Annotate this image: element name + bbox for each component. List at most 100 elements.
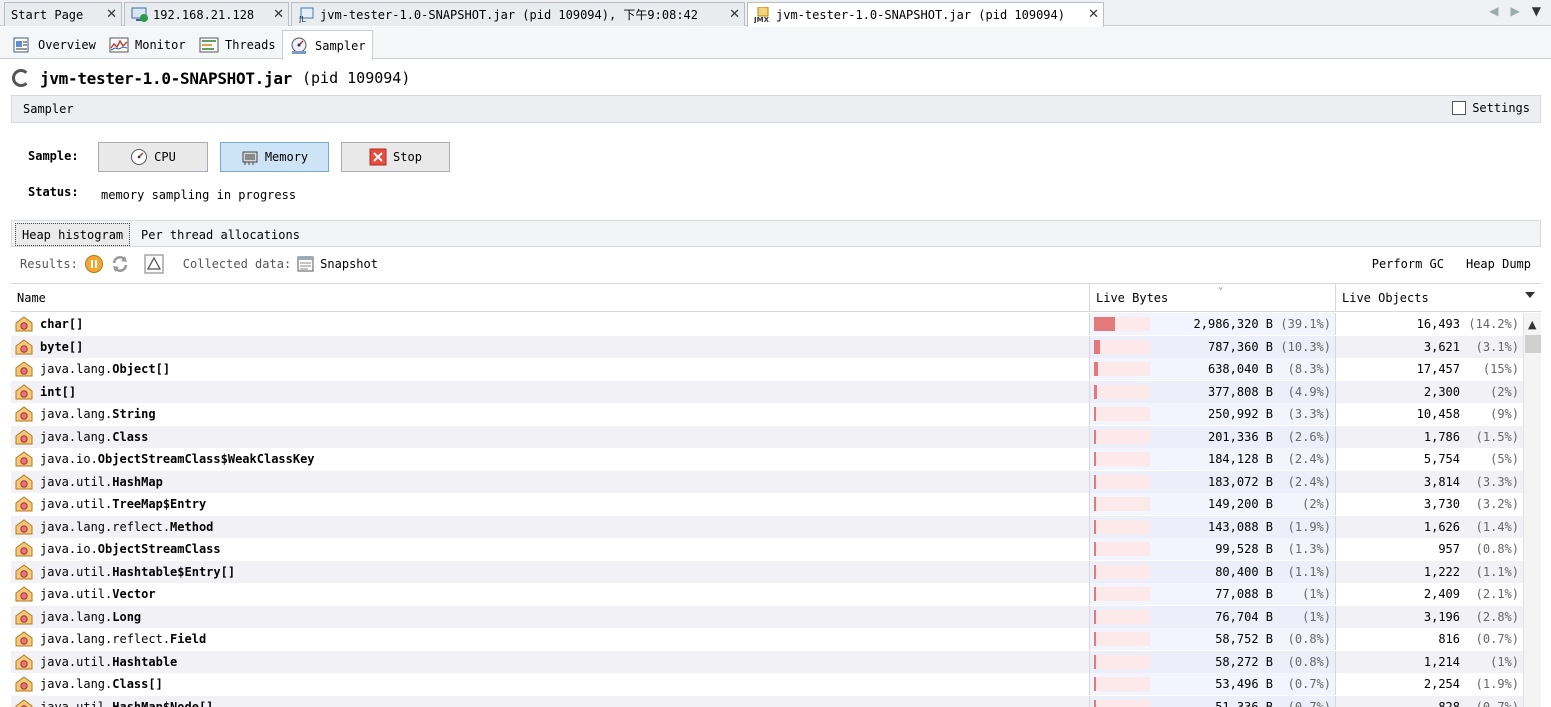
live-bytes-bar-fill [1094, 519, 1096, 534]
live-bytes-bar-fill [1094, 407, 1096, 422]
table-row[interactable]: byte[] 787,360 B (10.3%) 3,621 (3.1%) [11, 335, 1523, 358]
close-icon[interactable]: ✕ [273, 7, 284, 22]
tab-overview[interactable]: Overview [6, 30, 102, 59]
tab-sampler[interactable]: Sampler [282, 30, 373, 60]
scroll-up-icon[interactable]: ▲ [1528, 318, 1536, 331]
memory-button[interactable]: Memory [220, 142, 329, 172]
live-bytes-cell: 58,272 B (0.8%) [1089, 650, 1335, 673]
host-icon [131, 7, 149, 23]
doc-tab-jmx[interactable]: JMX jvm-tester-1.0-SNAPSHOT.jar (pid 109… [747, 2, 1104, 27]
stop-button-label: Stop [393, 150, 422, 164]
live-objects-percent: (1.4%) [1475, 519, 1519, 534]
chevron-right-icon[interactable]: ▶ [1511, 4, 1520, 18]
live-objects-value: 16,493 [1416, 317, 1460, 332]
table-row[interactable]: java.util. Vector 77,088 B (1%) 2,409 (2.1%) [11, 583, 1523, 606]
column-header-live-objects[interactable]: Live Objects [1335, 284, 1541, 312]
column-header-name[interactable]: Name [11, 284, 1089, 312]
table-row[interactable]: char[] 2,986,320 B (39.1%) 16,493 (14.2%) [11, 313, 1523, 336]
package-name: java.util. [40, 474, 113, 489]
table-row[interactable]: java.lang. Class[] 53,496 B (0.7%) 2,254 (1.9… [11, 673, 1523, 696]
class-icon [15, 406, 33, 422]
live-bytes-bar-fill [1094, 564, 1096, 579]
table-header: Name Live Bytes ⌄ Live Objects [11, 282, 1541, 312]
cpu-button-label: CPU [154, 150, 176, 164]
table-row[interactable]: java.util. HashMap 183,072 B (2.4%) 3,814 (3.… [11, 470, 1523, 493]
table-row[interactable]: java.lang. Object[] 638,040 B (8.3%) 17,457 (… [11, 358, 1523, 381]
delta-icon[interactable] [144, 254, 164, 274]
column-header-label: Name [17, 291, 46, 305]
doc-tab-snapshot[interactable]: JL jvm-tester-1.0-SNAPSHOT.jar (pid 1090… [291, 2, 745, 26]
table-row[interactable]: java.util. Hashtable 58,272 B (0.8%) 1,214 (1… [11, 650, 1523, 673]
table-row[interactable]: java.lang.reflect. Field 58,752 B (0.8%) 816… [11, 628, 1523, 651]
live-bytes-cell: 377,808 B (4.9%) [1089, 380, 1335, 403]
heap-dump-button[interactable]: Heap Dump [1466, 257, 1531, 271]
class-name-cell: java.lang.reflect. Method [15, 516, 213, 538]
package-name: java.lang. [40, 362, 113, 377]
package-name: java.lang. [40, 677, 113, 692]
doc-tab-label: 192.168.21.128 [153, 7, 255, 22]
perform-gc-button[interactable]: Perform GC [1372, 257, 1444, 271]
chevron-down-icon[interactable]: ▼ [1532, 4, 1541, 18]
vertical-scrollbar[interactable]: ▲ [1523, 313, 1541, 707]
pause-icon[interactable] [84, 254, 104, 274]
scrollbar-thumb[interactable] [1525, 335, 1541, 353]
live-objects-percent: (2%) [1490, 384, 1519, 399]
live-bytes-value: 183,072 B [1207, 474, 1273, 489]
doc-tab-host[interactable]: 192.168.21.128 ✕ [124, 2, 289, 26]
cpu-button[interactable]: CPU [98, 142, 208, 172]
live-bytes-percent: (2%) [1302, 497, 1331, 512]
package-name: java.lang.reflect. [40, 632, 171, 647]
view-tab-bar: Overview Monitor Threads Sampler [0, 27, 1551, 60]
column-menu-icon[interactable] [1525, 292, 1535, 298]
class-name-cell: char[] [15, 313, 83, 335]
tab-label: Per thread allocations [141, 227, 300, 242]
class-name: int[] [40, 384, 77, 399]
table-row[interactable]: java.io. ObjectStreamClass 99,528 B (1.3%) 9… [11, 538, 1523, 561]
doc-tab-label: Start Page [11, 7, 84, 22]
close-icon[interactable]: ✕ [106, 7, 117, 22]
table-row[interactable]: java.lang. Class 201,336 B (2.6%) 1,786 (1.5%… [11, 425, 1523, 448]
snapshot-link[interactable]: Snapshot [320, 257, 378, 271]
table-row[interactable]: java.lang.reflect. Method 143,088 B (1.9%) 1… [11, 515, 1523, 538]
class-name: ObjectStreamClass [97, 542, 221, 557]
stop-button[interactable]: Stop [341, 142, 450, 172]
chevron-left-icon[interactable]: ◀ [1489, 4, 1498, 18]
settings-checkbox[interactable] [1452, 101, 1467, 115]
class-icon [15, 699, 33, 707]
live-bytes-bar [1094, 564, 1150, 579]
live-bytes-cell: 143,088 B (1.9%) [1089, 515, 1335, 538]
close-icon[interactable]: ✕ [729, 7, 740, 22]
class-icon [15, 654, 33, 670]
live-bytes-bar-fill [1094, 317, 1116, 332]
table-row[interactable]: java.util. HashMap$Node[] 51,336 B (0.7%) 82… [11, 695, 1523, 707]
live-objects-cell: 3,196 (2.8%) [1335, 605, 1523, 628]
table-row[interactable]: java.lang. String 250,992 B (3.3%) 10,458 (9%… [11, 403, 1523, 426]
live-bytes-bar [1094, 384, 1150, 399]
live-bytes-cell: 184,128 B (2.4%) [1089, 448, 1335, 471]
table-row[interactable]: java.util. TreeMap$Entry 149,200 B (2%) 3,73… [11, 493, 1523, 516]
table-row[interactable]: java.io. ObjectStreamClass$WeakClassKey 18… [11, 448, 1523, 471]
live-bytes-bar [1094, 677, 1150, 692]
tab-per-thread-allocations[interactable]: Per thread allocations [135, 223, 306, 246]
table-row[interactable]: java.util. Hashtable$Entry[] 80,400 B (1.1%… [11, 560, 1523, 583]
live-bytes-value: 51,336 B [1215, 699, 1273, 707]
table-row[interactable]: java.lang. Long 76,704 B (1%) 3,196 (2.8%) [11, 605, 1523, 628]
settings-toggle[interactable]: Settings [1452, 101, 1530, 115]
tab-heap-histogram[interactable]: Heap histogram [15, 223, 131, 246]
refresh-icon[interactable] [110, 254, 130, 274]
tab-monitor[interactable]: Monitor [103, 30, 192, 59]
status-label: Status: [28, 185, 79, 199]
doc-tab-start-page[interactable]: Start Page ✕ [4, 2, 122, 26]
tab-threads[interactable]: Threads [193, 30, 282, 59]
app-pid: (pid 109094) [302, 69, 411, 87]
app-jar-name: jvm-tester-1.0-SNAPSHOT.jar [40, 68, 292, 88]
live-bytes-percent: (0.7%) [1287, 699, 1331, 707]
table-row[interactable]: int[] 377,808 B (4.9%) 2,300 (2%) [11, 380, 1523, 403]
column-header-live-bytes[interactable]: Live Bytes [1089, 284, 1335, 312]
live-bytes-percent: (3.3%) [1287, 407, 1331, 422]
package-name: java.lang.reflect. [40, 519, 171, 534]
close-icon[interactable]: ✕ [1088, 7, 1099, 22]
live-bytes-bar-fill [1094, 429, 1096, 444]
memory-button-label: Memory [264, 150, 309, 164]
class-name-cell: java.util. Vector [15, 583, 156, 605]
